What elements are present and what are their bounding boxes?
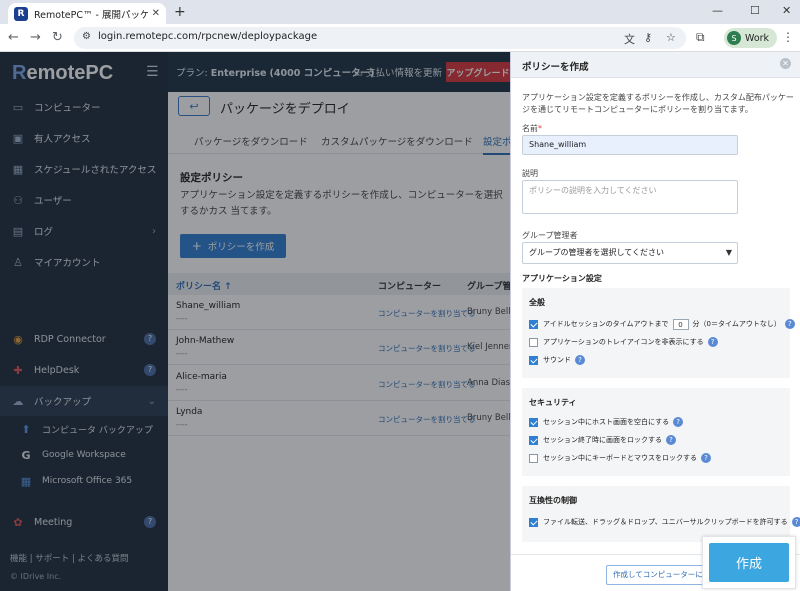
maximize-icon[interactable]: ☐ [750, 4, 760, 17]
help-icon[interactable]: ? [707, 337, 718, 347]
name-label: 名前* [522, 124, 542, 133]
panel-description: アプリケーション設定を定義するポリシーを作成し、カスタム配布パッケージを通じてリ… [522, 93, 794, 114]
browser-tab-bar: R RemotePC™ - 展開パッケージ ✕ + — ☐ ✕ [0, 0, 800, 24]
tab-close-icon[interactable]: ✕ [152, 8, 160, 19]
address-bar-row: ← → ↻ ⚙ login.remotepc.com/rpcnew/deploy… [0, 24, 800, 52]
translate-icon[interactable]: 文 [624, 31, 635, 47]
create-policy-panel: ポリシーを作成 ✕ アプリケーション設定を定義するポリシーを作成し、カスタム配布… [510, 52, 800, 591]
minimize-icon[interactable]: — [712, 4, 723, 17]
caret-down-icon: ▼ [725, 248, 732, 257]
security-settings-box: セキュリティ セッション中にホスト画面を空白にする ? セッション終了時に画面を… [522, 388, 790, 476]
forward-arrow-icon[interactable]: → [30, 30, 41, 45]
hide-tray-icon-option: アプリケーションのトレイアイコンを非表示にする ? [529, 335, 718, 349]
sound-option: サウンド ? [529, 353, 585, 367]
policy-description-input[interactable]: ポリシーの説明を入力してください [522, 180, 738, 214]
profile-chip[interactable]: S Work [724, 28, 778, 48]
tab-title: RemotePC™ - 展開パッケージ [34, 9, 148, 21]
sound-checkbox[interactable] [529, 355, 538, 365]
group-admin-select[interactable]: グループの管理者を選択してください ▼ [522, 242, 738, 264]
extensions-icon[interactable]: ⧉ [696, 30, 705, 45]
close-icon[interactable]: ✕ [780, 58, 791, 69]
reload-icon[interactable]: ↻ [52, 30, 63, 45]
remotepc-app: RemotePC ☰ ▭ コンピューター ▣ 有人アクセス ▦ スケジュールされ… [0, 52, 800, 591]
file-transfer-checkbox[interactable] [529, 517, 538, 527]
lock-input-checkbox[interactable] [529, 453, 538, 463]
url-text: login.remotepc.com/rpcnew/deploypackage [98, 31, 318, 42]
create-button-container: 作成 [702, 536, 796, 589]
lock-input-option: セッション中にキーボードとマウスをロックする ? [529, 451, 711, 465]
app-settings-title: アプリケーション設定 [522, 274, 602, 283]
idle-timeout-option: アイドルセッションのタイムアウトまで 0 分（0＝タイムアウトなし） ? [529, 317, 795, 331]
general-settings-box: 全般 アイドルセッションのタイムアウトまで 0 分（0＝タイムアウトなし） ? … [522, 288, 795, 378]
help-icon[interactable]: ? [701, 453, 711, 463]
back-arrow-icon[interactable]: ← [8, 30, 19, 45]
help-icon[interactable]: ? [666, 435, 676, 445]
compat-settings-box: 互換性の制御 ファイル転送、ドラッグ＆ドロップ、ユニバーサルクリップボードを許可… [522, 486, 800, 542]
help-icon[interactable]: ? [791, 517, 800, 527]
hide-tray-icon-checkbox[interactable] [529, 337, 538, 347]
browser-menu-icon[interactable]: ⋮ [782, 30, 794, 44]
profile-avatar: S [727, 31, 741, 45]
idle-timeout-input[interactable]: 0 [672, 318, 689, 330]
site-info-icon[interactable]: ⚙ [82, 31, 91, 42]
profile-label: Work [745, 32, 770, 44]
panel-header: ポリシーを作成 ✕ [511, 52, 800, 78]
help-icon[interactable]: ? [673, 417, 684, 427]
idle-timeout-checkbox[interactable] [529, 319, 538, 329]
description-label: 説明 [522, 169, 538, 178]
blank-screen-checkbox[interactable] [529, 417, 538, 427]
panel-title: ポリシーを作成 [522, 62, 589, 73]
create-button[interactable]: 作成 [709, 543, 789, 582]
new-tab-button[interactable]: + [174, 4, 186, 20]
window-close-icon[interactable]: ✕ [782, 4, 791, 17]
help-icon[interactable]: ? [784, 319, 795, 329]
bookmark-star-icon[interactable]: ☆ [666, 31, 676, 44]
group-admin-label: グループ管理者 [522, 231, 578, 240]
modal-backdrop[interactable] [0, 52, 510, 591]
file-transfer-option: ファイル転送、ドラッグ＆ドロップ、ユニバーサルクリップボードを許可する ? [529, 515, 800, 529]
browser-tab[interactable]: R RemotePC™ - 展開パッケージ ✕ [8, 3, 166, 24]
url-bar[interactable]: ⚙ login.remotepc.com/rpcnew/deploypackag… [74, 27, 686, 49]
remotepc-favicon-icon: R [14, 6, 28, 21]
policy-name-input[interactable]: Shane_william [522, 135, 738, 155]
password-key-icon[interactable]: ⚷ [644, 31, 652, 44]
lock-screen-option: セッション終了時に画面をロックする ? [529, 433, 676, 447]
lock-screen-checkbox[interactable] [529, 435, 538, 445]
blank-screen-option: セッション中にホスト画面を空白にする ? [529, 415, 684, 429]
help-icon[interactable]: ? [575, 355, 585, 365]
create-and-assign-button[interactable]: 作成してコンピューターに割 [606, 565, 704, 585]
